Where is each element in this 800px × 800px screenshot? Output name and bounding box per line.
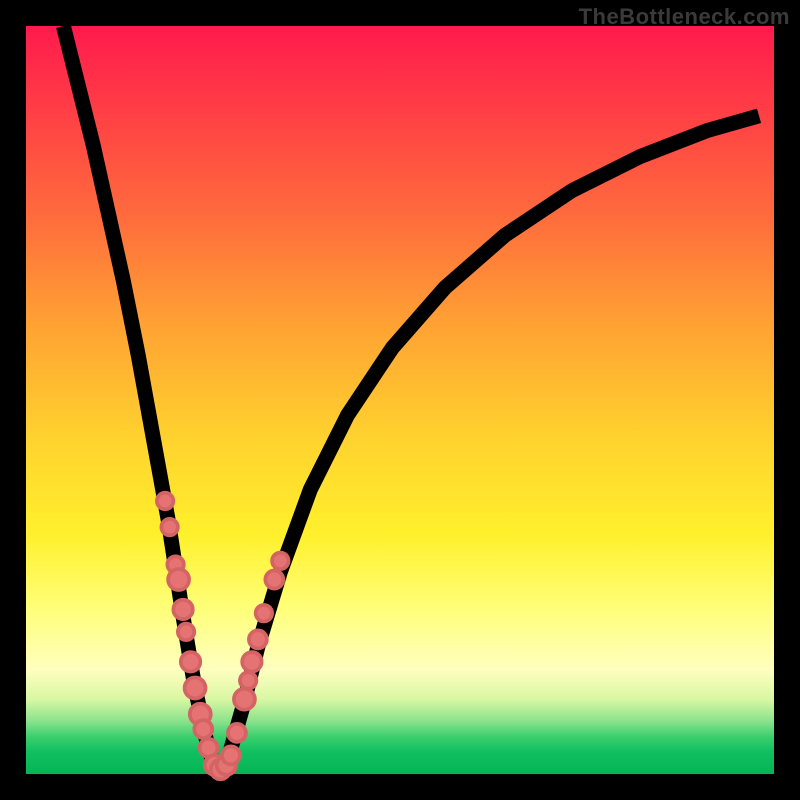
data-dot <box>161 519 177 535</box>
data-dot <box>178 624 194 640</box>
data-dot <box>249 630 267 648</box>
data-dot <box>265 571 283 589</box>
data-dot <box>234 689 255 710</box>
data-dot <box>256 605 272 621</box>
data-dot <box>157 493 173 509</box>
data-dot <box>272 553 288 569</box>
curve-svg <box>26 26 774 774</box>
data-dot <box>185 678 206 699</box>
watermark-text: TheBottleneck.com <box>579 4 790 30</box>
curve-right <box>219 116 759 771</box>
data-dot <box>240 672 256 688</box>
data-dot <box>242 652 261 671</box>
data-dot <box>222 746 240 764</box>
data-dot <box>181 652 200 671</box>
data-dot <box>194 720 212 738</box>
plot-area <box>26 26 774 774</box>
data-dot <box>168 569 189 590</box>
chart-frame: TheBottleneck.com <box>0 0 800 800</box>
data-dot <box>173 600 192 619</box>
data-dot <box>228 724 246 742</box>
